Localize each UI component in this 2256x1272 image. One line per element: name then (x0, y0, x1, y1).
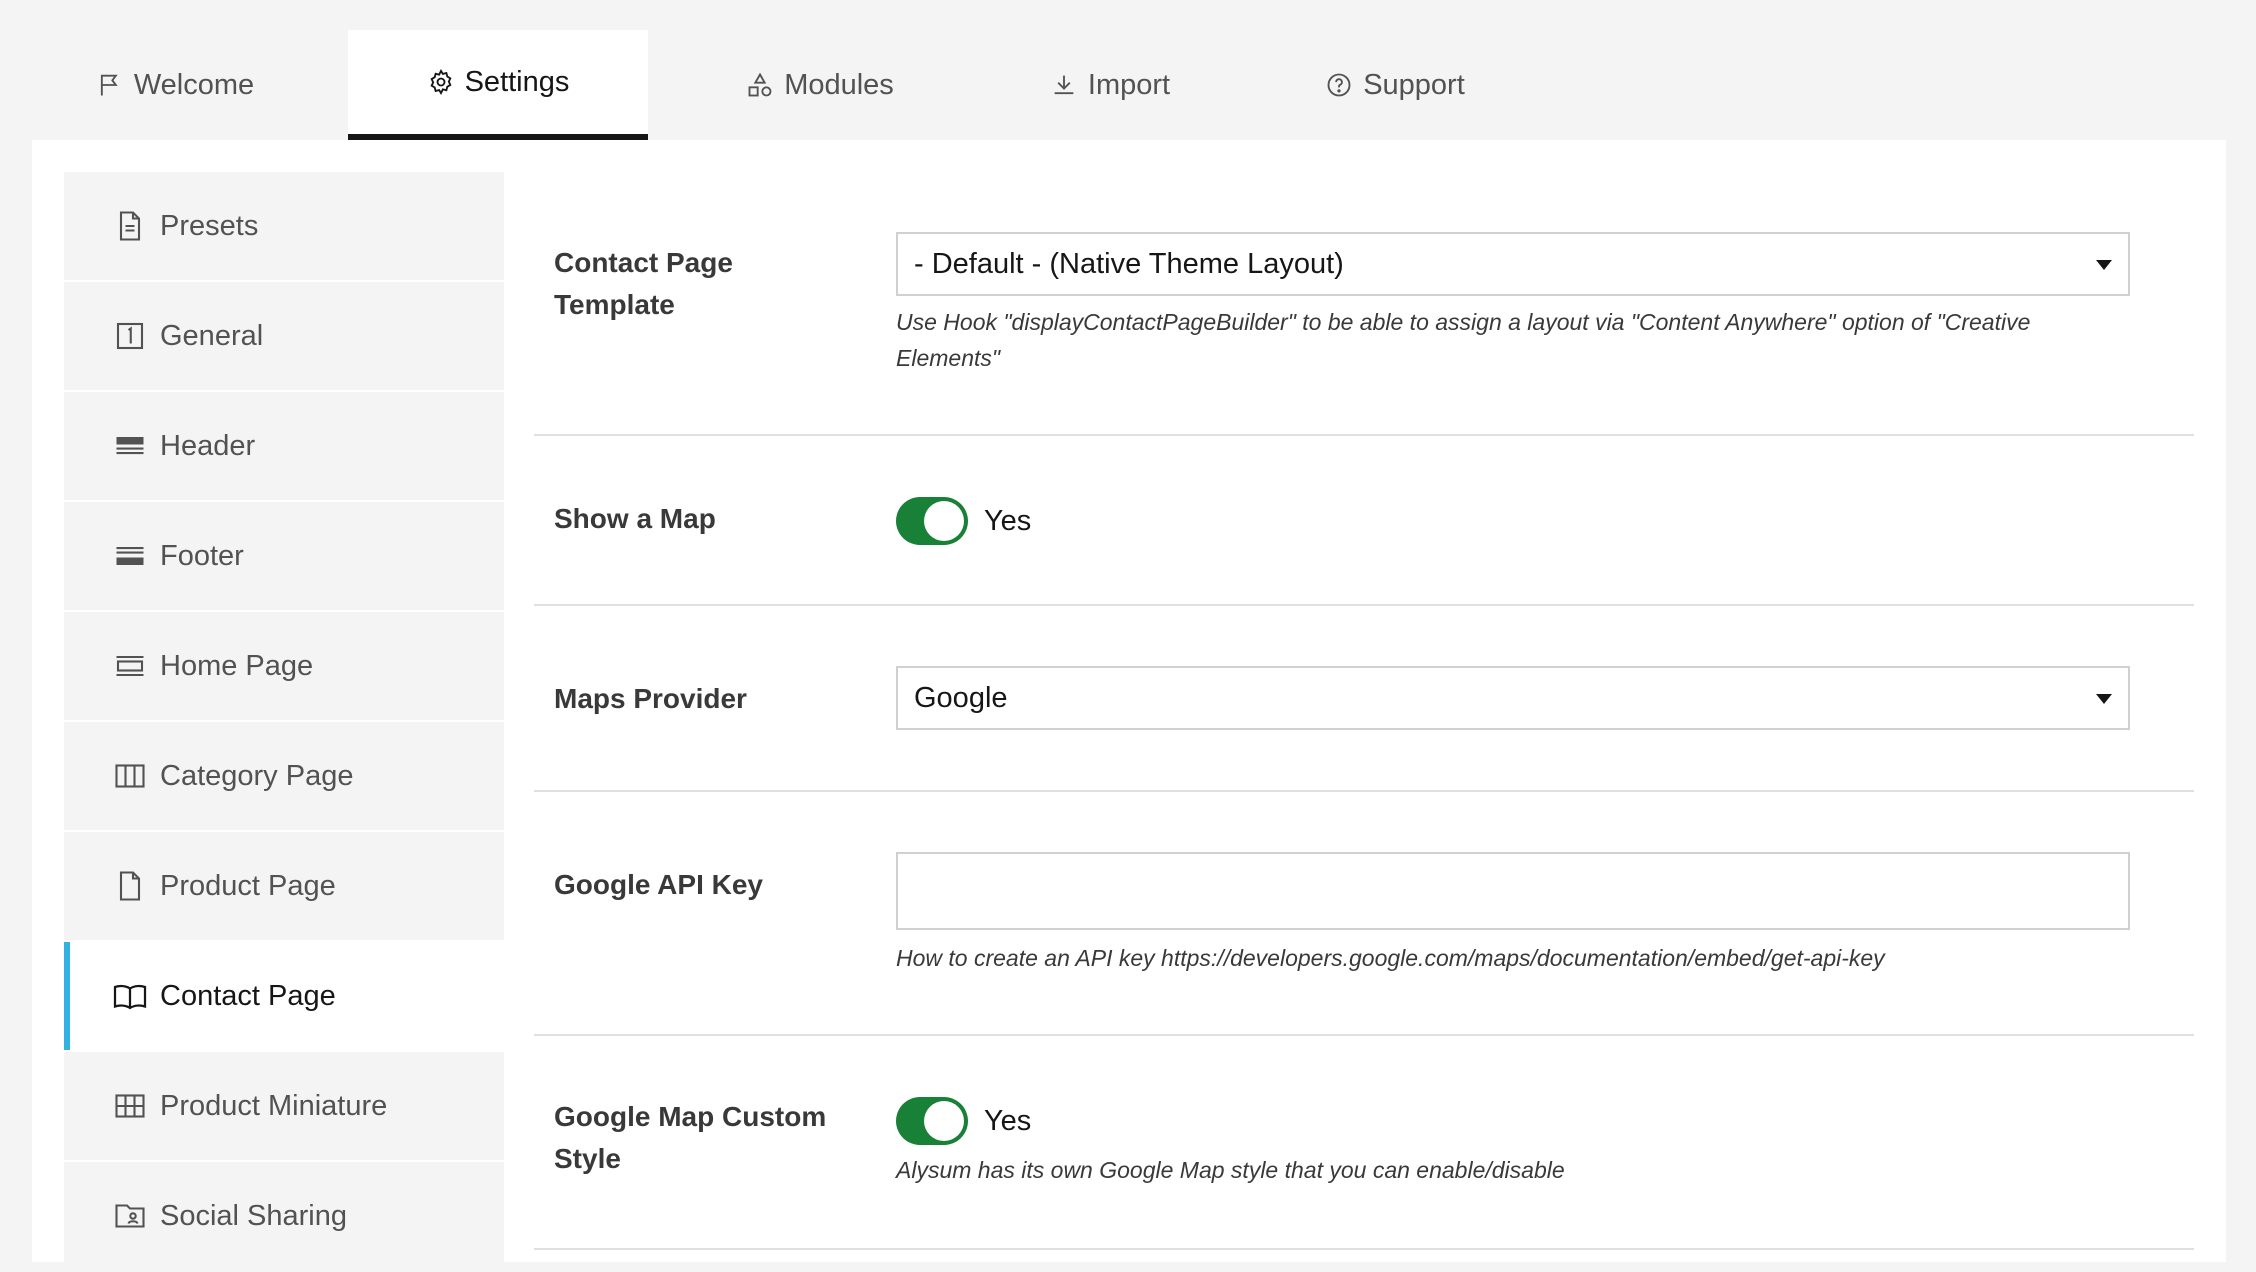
flag-icon (100, 74, 118, 96)
home-layout-icon (116, 655, 144, 677)
sidebar-item-footer[interactable]: Footer (64, 502, 504, 610)
tab-label: Settings (464, 65, 570, 98)
show-map-toggle[interactable] (896, 497, 968, 545)
sidebar-item-general[interactable]: General (64, 282, 504, 390)
shapes-icon (748, 72, 772, 97)
download-icon (1054, 75, 1074, 95)
toggle-knob (924, 1101, 964, 1141)
sidebar-item-presets[interactable]: Presets (64, 172, 504, 280)
header-icon (116, 437, 144, 455)
gear-icon (430, 68, 452, 96)
contact-template-label: Contact Page Template (554, 247, 733, 320)
show-map-row: Show a Map Yes (534, 436, 2194, 606)
help-circle-icon (1327, 73, 1351, 97)
maps-provider-select[interactable]: Google (896, 666, 2130, 730)
settings-form: Contact Page Template - Default - (Nativ… (534, 172, 2194, 1250)
sidebar-item-product-miniature[interactable]: Product Miniature (64, 1052, 504, 1160)
chevron-down-icon (2096, 694, 2112, 704)
maps-provider-row: Maps Provider Google (534, 606, 2194, 792)
page-icon (119, 871, 141, 901)
document-icon (119, 211, 141, 241)
show-map-label: Show a Map (554, 503, 716, 534)
sidebar-item-label: Footer (160, 539, 244, 572)
sidebar-item-contact-page[interactable]: Contact Page (64, 942, 504, 1050)
footer-icon (116, 547, 144, 565)
settings-sidebar: Presets General Header Footer Home Page … (64, 172, 504, 1272)
chevron-down-icon (2096, 260, 2112, 270)
api-key-row: Google API Key How to create an API key … (534, 792, 2194, 1036)
sidebar-item-category-page[interactable]: Category Page (64, 722, 504, 830)
sidebar-item-label: Presets (160, 209, 259, 242)
columns-icon (115, 764, 145, 788)
custom-style-label: Google Map Custom Style (554, 1101, 827, 1174)
number-one-icon (116, 322, 144, 350)
maps-provider-label: Maps Provider (554, 683, 747, 714)
api-key-input[interactable] (896, 852, 2130, 930)
tab-label: Modules (784, 68, 894, 101)
folder-user-icon (115, 1204, 145, 1228)
toggle-knob (924, 501, 964, 541)
sidebar-item-label: General (160, 319, 264, 352)
tab-support[interactable]: Support (1310, 30, 1480, 140)
settings-panel: Presets General Header Footer Home Page … (32, 140, 2226, 1270)
custom-style-toggle[interactable] (896, 1097, 968, 1145)
book-icon (113, 984, 147, 1010)
custom-style-row: Google Map Custom Style Yes Alysum has i… (534, 1036, 2194, 1250)
tab-modules[interactable]: Modules (720, 30, 920, 140)
sidebar-item-label: Header (160, 429, 256, 462)
select-value: - Default - (Native Theme Layout) (914, 247, 1344, 280)
tab-settings[interactable]: Settings (348, 30, 648, 140)
grid-icon (115, 1094, 145, 1118)
top-tab-bar: Welcome Settings Modules Import Support (0, 0, 2256, 140)
sidebar-item-label: Social Sharing (160, 1199, 347, 1232)
sidebar-item-label: Category Page (160, 759, 354, 792)
sidebar-item-home-page[interactable]: Home Page (64, 612, 504, 720)
select-value: Google (914, 681, 1008, 714)
sidebar-item-label: Contact Page (160, 979, 336, 1012)
tab-label: Import (1087, 68, 1171, 101)
tab-import[interactable]: Import (1020, 30, 1200, 140)
contact-template-row: Contact Page Template - Default - (Nativ… (534, 172, 2194, 436)
api-key-label: Google API Key (554, 869, 764, 900)
show-map-value: Yes (984, 504, 1032, 537)
contact-template-help: Use Hook "displayContactPageBuilder" to … (896, 309, 2031, 371)
sidebar-item-label: Product Miniature (160, 1089, 388, 1122)
tab-welcome[interactable]: Welcome (70, 30, 280, 140)
tab-label: Welcome (133, 68, 255, 101)
sidebar-item-header[interactable]: Header (64, 392, 504, 500)
sidebar-item-product-page[interactable]: Product Page (64, 832, 504, 940)
api-key-help: How to create an API key https://develop… (896, 945, 1885, 971)
sidebar-item-social-sharing[interactable]: Social Sharing (64, 1162, 504, 1270)
contact-template-select[interactable]: - Default - (Native Theme Layout) (896, 232, 2130, 296)
custom-style-help: Alysum has its own Google Map style that… (896, 1157, 1565, 1183)
tab-label: Support (1363, 68, 1465, 101)
custom-style-value: Yes (984, 1104, 1032, 1137)
sidebar-item-label: Home Page (160, 649, 314, 682)
sidebar-item-label: Product Page (160, 869, 336, 902)
